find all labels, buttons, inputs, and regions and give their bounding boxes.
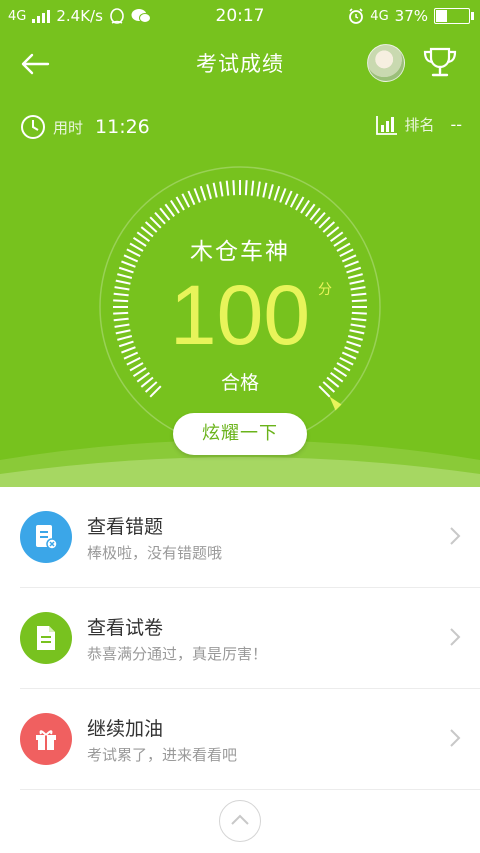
- list-item-title: 查看试卷: [87, 617, 164, 639]
- gauge-tick: [289, 193, 299, 208]
- gauge-tick: [256, 181, 261, 197]
- gauge-tick: [181, 193, 191, 208]
- gauge-tick: [318, 216, 331, 229]
- score-value: 100: [169, 268, 311, 362]
- gauge-tick: [193, 188, 201, 203]
- list-item-subtitle: 恭喜满分通过，真是厉害！: [87, 645, 268, 663]
- gauge-tick: [149, 216, 162, 229]
- gauge-tick: [169, 199, 180, 214]
- gauge-end-marker: [329, 396, 342, 411]
- wrong-answers-icon: [20, 511, 72, 563]
- gauge-tick: [314, 211, 326, 225]
- gauge-tick: [225, 180, 230, 196]
- chevron-right-icon: [450, 628, 461, 646]
- gauge-tick: [144, 221, 158, 233]
- gift-icon: [20, 713, 72, 765]
- gauge-tick: [309, 207, 321, 221]
- gauge-tick: [154, 211, 166, 225]
- gauge-tick: [219, 181, 224, 197]
- list-item-subtitle: 棒极啦，没有错题哦: [87, 544, 223, 562]
- result-header: 4G 2.4K/s 20:17 4G 37% 考试成绩 用时 11:26 排名 …: [0, 0, 480, 487]
- gauge-tick: [244, 180, 248, 196]
- chevron-up-icon[interactable]: [219, 800, 261, 842]
- list-item-keep-going[interactable]: 继续加油 考试累了，进来看看吧: [20, 689, 480, 790]
- gauge-tick: [268, 184, 274, 200]
- list-item-title: 查看错题: [87, 516, 164, 538]
- gauge-tick: [232, 180, 236, 196]
- gauge-tick: [305, 203, 316, 217]
- pass-status: 合格: [220, 372, 259, 394]
- gauge-tick: [175, 196, 185, 211]
- gauge-tick: [273, 185, 281, 201]
- gauge-tick: [206, 184, 212, 200]
- gauge-tick: [187, 190, 196, 206]
- chevron-right-icon: [450, 729, 461, 747]
- gauge-tick: [322, 221, 336, 233]
- gauge-tick: [284, 190, 293, 206]
- share-button[interactable]: 炫耀一下: [173, 413, 307, 455]
- gauge-tick: [164, 203, 175, 217]
- gauge-tick: [212, 182, 218, 198]
- chevron-right-icon: [450, 527, 461, 545]
- score-unit: 分: [318, 282, 332, 298]
- list-item-subtitle: 考试累了，进来看看吧: [87, 746, 238, 764]
- gauge-tick: [199, 185, 207, 201]
- gauge-tick: [295, 196, 305, 211]
- gauge-tick: [300, 199, 311, 214]
- action-list: 查看错题 棒极啦，没有错题哦 查看试卷 恭喜满分通过，真是厉害！ 继续加油 考试…: [0, 487, 480, 790]
- list-item-title: 继续加油: [87, 718, 164, 740]
- list-item-wrong-answers[interactable]: 查看错题 棒极啦，没有错题哦: [20, 487, 480, 588]
- gauge-tick: [279, 188, 287, 203]
- exam-paper-icon: [20, 612, 72, 664]
- list-item-exam-paper[interactable]: 查看试卷 恭喜满分通过，真是厉害！: [20, 588, 480, 689]
- gauge-tick: [262, 182, 268, 198]
- gauge-tick: [159, 207, 171, 221]
- gauge-tick: [250, 180, 255, 196]
- driver-title: 木仓车神: [190, 239, 290, 265]
